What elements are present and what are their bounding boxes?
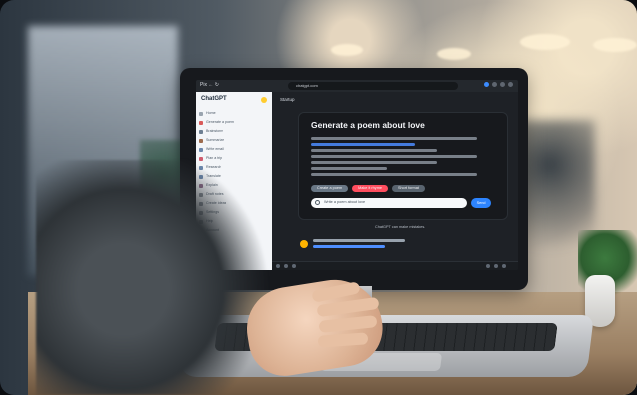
ceiling-light (520, 34, 570, 50)
ceiling-light (331, 44, 363, 56)
sidebar-item[interactable]: Generate a poem (199, 119, 267, 126)
suggestion-pill[interactable]: Create a poem (311, 185, 349, 192)
message-line (311, 173, 477, 176)
sidebar-icon (199, 111, 203, 116)
ceiling-light (593, 38, 637, 52)
chat-main: Startup Generate a poem about love Creat… (272, 92, 518, 270)
assistant-text (313, 239, 405, 251)
extension-icon[interactable] (492, 82, 497, 87)
screen-bottom-bar (272, 261, 518, 270)
sidebar-item-label: Write email (206, 147, 224, 151)
ceiling-light (437, 48, 471, 60)
bottom-icon[interactable] (292, 264, 296, 268)
prompt-text: Write a poem about love (324, 200, 366, 204)
message-line (311, 167, 387, 170)
browser-controls[interactable]: Pix ← ↻ (200, 82, 219, 88)
profile-icon[interactable] (484, 82, 489, 87)
browser-topbar: Pix ← ↻ chatgpt.com (196, 80, 518, 92)
sidebar-item-label: Summarize (206, 138, 225, 142)
suggestion-pills: Create a poem Make it rhyme Short format (311, 185, 425, 192)
assistant-icon (300, 240, 308, 248)
download-icon[interactable] (508, 82, 513, 87)
search-icon (315, 200, 320, 205)
sidebar-icon (199, 138, 203, 143)
bottom-icon[interactable] (502, 264, 506, 268)
message-link[interactable] (311, 143, 416, 146)
menu-icon[interactable] (500, 82, 505, 87)
sidebar-item-label: Brainstorm (206, 129, 224, 133)
assistant-link[interactable] (313, 245, 385, 248)
message-line (311, 155, 477, 158)
sidebar-icon (199, 120, 203, 125)
prompt-input[interactable]: Write a poem about love (311, 198, 467, 208)
message-line (311, 161, 437, 164)
sidebar-icon (199, 147, 203, 152)
message-line (311, 137, 477, 140)
address-bar[interactable]: chatgpt.com (288, 82, 458, 90)
suggestion-pill[interactable]: Short format (391, 185, 425, 192)
bottom-icon[interactable] (486, 264, 490, 268)
sidebar-icon (199, 129, 203, 134)
send-button[interactable]: Send (471, 198, 491, 208)
sidebar-item[interactable]: Summarize (199, 137, 267, 144)
chat-tab[interactable]: Startup (280, 97, 295, 102)
chat-card: Generate a poem about love Create a poem… (298, 112, 508, 220)
sidebar-item[interactable]: Write email (199, 146, 267, 153)
sidebar-item-label: Generate a poem (206, 120, 234, 124)
chat-content (311, 137, 491, 179)
browser-actions (484, 82, 513, 87)
message-line (311, 149, 437, 152)
sidebar-item[interactable]: Home (199, 110, 267, 117)
sidebar-item[interactable]: Brainstorm (199, 128, 267, 135)
person (36, 160, 286, 395)
assistant-line (313, 239, 405, 242)
brand-title: ChatGPT (201, 96, 227, 102)
chat-title: Generate a poem about love (311, 120, 425, 130)
sidebar-item-label: Home (206, 111, 216, 115)
bottom-icon[interactable] (494, 264, 498, 268)
suggestion-pill[interactable]: Make it rhyme (352, 185, 388, 192)
disclaimer-text: ChatGPT can make mistakes. (375, 225, 426, 229)
assistant-message (300, 239, 410, 257)
status-icon (261, 97, 267, 103)
photo-scene: Pix ← ↻ chatgpt.com ChatGPT Home Generat… (0, 0, 637, 395)
